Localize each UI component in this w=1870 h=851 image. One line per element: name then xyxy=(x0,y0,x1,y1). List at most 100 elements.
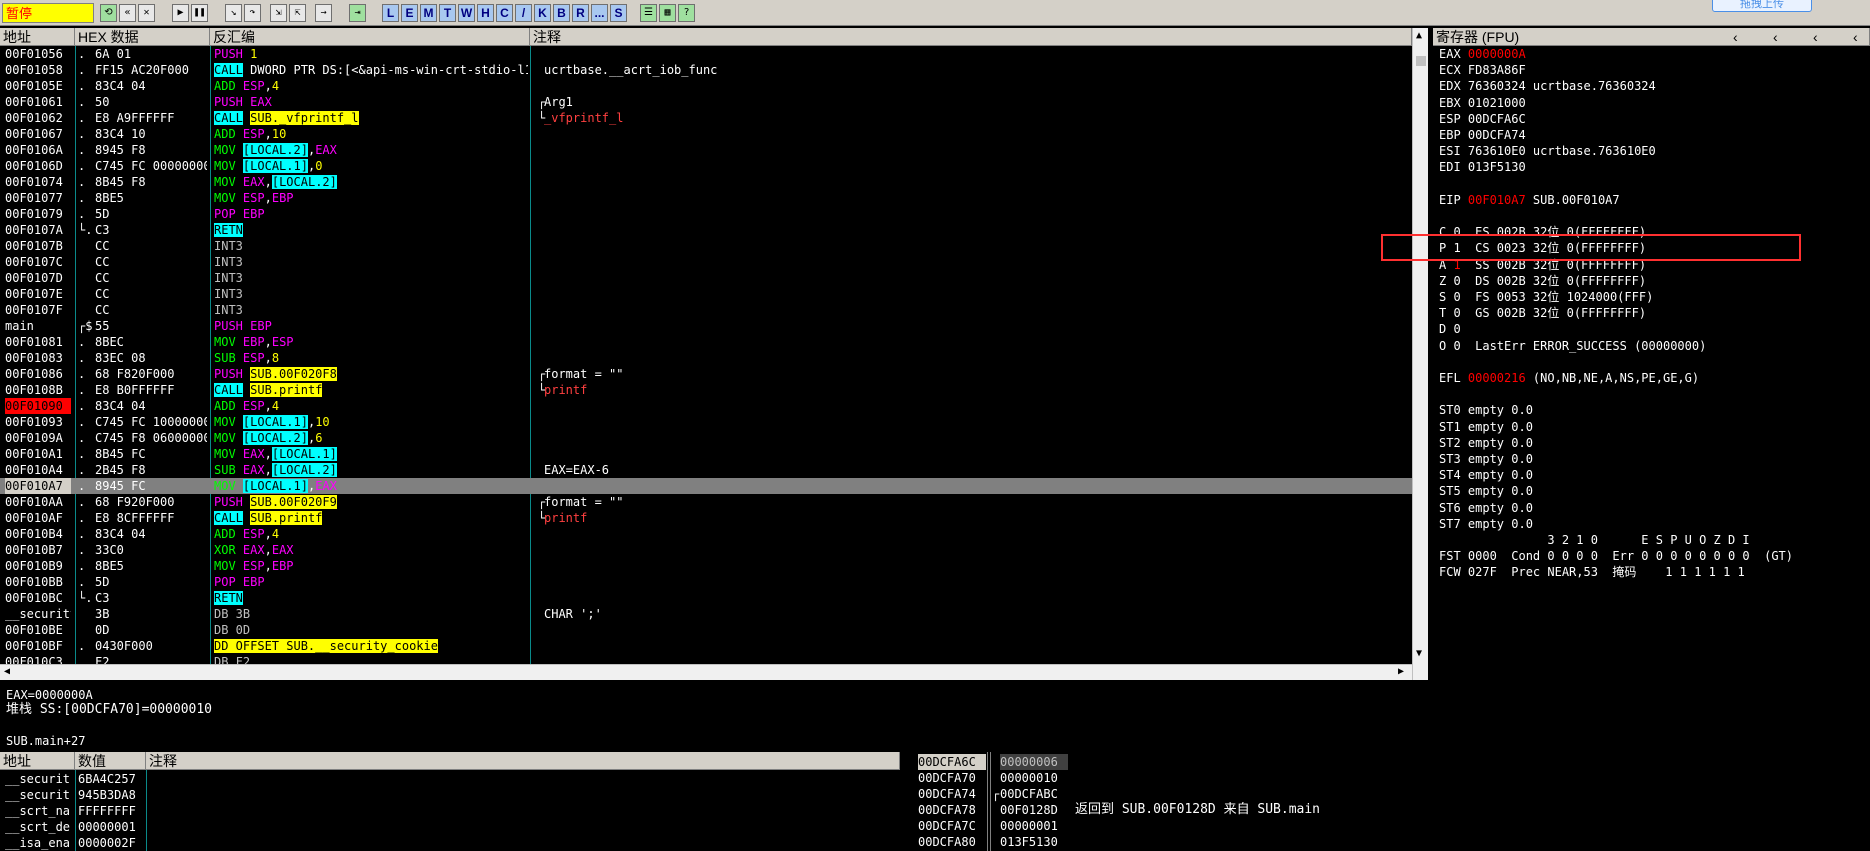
register-line[interactable]: ST0 empty 0.0 xyxy=(1439,402,1533,418)
disasm-row[interactable]: 00F010A1. 8B45 FC MOV EAX,[LOCAL.1] xyxy=(0,446,1412,462)
registers-pane[interactable]: 寄存器 (FPU) ‹ ‹ ‹ ‹ EAX 0000000A ECX FD83A8… xyxy=(1433,28,1870,748)
disasm-row[interactable]: 00F0107B CC INT3 xyxy=(0,238,1412,254)
register-line[interactable]: ECX FD83A86F xyxy=(1439,62,1526,78)
register-line[interactable]: ST6 empty 0.0 xyxy=(1439,500,1533,516)
column-header-address[interactable]: 地址 xyxy=(0,28,75,46)
toolbar-button-10[interactable]: R xyxy=(572,4,589,22)
disasm-row[interactable]: __security 3B DB 3B CHAR ';' xyxy=(0,606,1412,622)
disassembly-horizontal-scrollbar[interactable]: ◀ ▶ xyxy=(0,664,1412,680)
dump-header-comment[interactable]: 注释 xyxy=(146,752,900,770)
register-line[interactable]: ST3 empty 0.0 xyxy=(1439,451,1533,467)
scroll-down-icon[interactable]: ▼ xyxy=(1416,648,1422,659)
disasm-row[interactable]: 00F010B4. 83C4 04 ADD ESP,4 xyxy=(0,526,1412,542)
register-line[interactable]: EBP 00DCFA74 xyxy=(1439,127,1526,143)
dump-header-value[interactable]: 数值 xyxy=(75,752,146,770)
register-line[interactable]: S 0 FS 0053 32位 1024000(FFF) xyxy=(1439,289,1653,305)
trace-into-icon[interactable]: ⇲ xyxy=(270,4,287,22)
disasm-row[interactable]: 00F010A7. 8945 FC MOV [LOCAL.1],EAX xyxy=(0,478,1412,494)
upload-button[interactable]: 拖拽上传 xyxy=(1712,0,1812,12)
disasm-row[interactable]: 00F0106A. 8945 F8 MOV [LOCAL.2],EAX xyxy=(0,142,1412,158)
register-line[interactable]: EDI 013F5130 xyxy=(1439,159,1526,175)
register-line[interactable]: ST4 empty 0.0 xyxy=(1439,467,1533,483)
disassembly-vertical-scrollbar[interactable]: ▲ ▼ xyxy=(1412,28,1428,680)
disasm-row[interactable]: 00F0107A └. C3 RETN xyxy=(0,222,1412,238)
disasm-row[interactable]: 00F01077. 8BE5 MOV ESP,EBP xyxy=(0,190,1412,206)
register-line[interactable]: FST 0000 Cond 0 0 0 0 Err 0 0 0 0 0 0 0 … xyxy=(1439,548,1793,564)
toolbar-button-4[interactable]: W xyxy=(458,4,475,22)
disasm-row[interactable]: 00F010BE 0D DB 0D xyxy=(0,622,1412,638)
prev-view-icon-4[interactable]: ‹ xyxy=(1853,28,1858,45)
toolbar-button-0[interactable]: L xyxy=(382,4,399,22)
dump-row[interactable]: __securit 6BA4C257 xyxy=(0,771,900,787)
restart-icon[interactable]: « xyxy=(119,4,136,22)
step-over-icon[interactable]: ↷ xyxy=(244,4,261,22)
disasm-row[interactable]: 00F010B7. 33C0 XOR EAX,EAX xyxy=(0,542,1412,558)
execute-till-return-icon[interactable]: → xyxy=(315,4,332,22)
register-line[interactable]: EIP 00F010A7 SUB.00F010A7 xyxy=(1439,192,1620,208)
disasm-row[interactable]: 00F01061. 50 PUSH EAX ┌ Arg1 xyxy=(0,94,1412,110)
scroll-right-icon[interactable]: ▶ xyxy=(1398,666,1404,677)
close-icon[interactable]: ✕ xyxy=(138,4,155,22)
disasm-row[interactable]: 00F01090. 83C4 04 ADD ESP,4 xyxy=(0,398,1412,414)
stack-row[interactable]: 00DCFA70 00000010 xyxy=(915,770,1870,786)
disasm-row[interactable]: 00F0109A. C745 F8 06000000 MOV [LOCAL.2],6 xyxy=(0,430,1412,446)
disasm-row[interactable]: 00F010BB. 5D POP EBP xyxy=(0,574,1412,590)
disasm-row[interactable]: 00F01058. FF15 AC20F000 CALL DWORD PTR DS:… xyxy=(0,62,1412,78)
register-line[interactable]: EAX 0000000A xyxy=(1439,46,1526,62)
disasm-row[interactable]: 00F01079. 5D POP EBP xyxy=(0,206,1412,222)
disasm-row[interactable]: 00F010AA. 68 F920F000 PUSH SUB.00F020F9 ┌ fo… xyxy=(0,494,1412,510)
disasm-row[interactable]: main ┌$ 55 PUSH EBP xyxy=(0,318,1412,334)
column-header-comment[interactable]: 注释 xyxy=(530,28,1412,46)
dump-row[interactable]: __isa_ena 0000002F xyxy=(0,835,900,851)
disasm-row[interactable]: 00F01081. 8BEC MOV EBP,ESP xyxy=(0,334,1412,350)
toolbar-button-3[interactable]: T xyxy=(439,4,456,22)
toolbar-button-7[interactable]: / xyxy=(515,4,532,22)
register-line[interactable]: EBX 01021000 xyxy=(1439,95,1526,111)
toolbar-button-8[interactable]: K xyxy=(534,4,551,22)
dump-row[interactable]: __scrt_de 00000001 xyxy=(0,819,900,835)
disasm-row[interactable]: 00F01083. 83EC 08 SUB ESP,8 xyxy=(0,350,1412,366)
pause-icon[interactable]: ❚❚ xyxy=(191,4,208,22)
register-line[interactable]: ST1 empty 0.0 xyxy=(1439,419,1533,435)
scroll-up-icon[interactable]: ▲ xyxy=(1416,30,1422,41)
toolbar-button-2[interactable]: M xyxy=(420,4,437,22)
prev-view-icon-2[interactable]: ‹ xyxy=(1773,28,1778,45)
grid-icon[interactable]: ▦ xyxy=(659,4,676,22)
stack-row[interactable]: 00DCFA6C 00000006 xyxy=(915,754,1870,770)
disasm-row[interactable]: 00F01067. 83C4 10 ADD ESP,10 xyxy=(0,126,1412,142)
disasm-row[interactable]: 00F010AF. E8 8CFFFFFF CALL SUB.printf └ prin… xyxy=(0,510,1412,526)
register-line[interactable]: ST7 empty 0.0 xyxy=(1439,516,1533,532)
register-line[interactable]: ST5 empty 0.0 xyxy=(1439,483,1533,499)
go-to-icon[interactable]: ⇥ xyxy=(349,4,366,22)
disasm-row[interactable]: 00F010BF. 0430F000 DD OFFSET SUB.__securit… xyxy=(0,638,1412,654)
disasm-row[interactable]: 00F0107E CC INT3 xyxy=(0,286,1412,302)
disasm-row[interactable]: 00F01086. 68 F820F000 PUSH SUB.00F020F8 ┌ fo… xyxy=(0,366,1412,382)
prev-view-icon-3[interactable]: ‹ xyxy=(1813,28,1818,45)
run-icon[interactable]: ▶ xyxy=(172,4,189,22)
trace-over-icon[interactable]: ⇱ xyxy=(289,4,306,22)
stack-row[interactable]: 00DCFA80 013F5130 xyxy=(915,834,1870,850)
disasm-row[interactable]: 00F0107C CC INT3 xyxy=(0,254,1412,270)
stack-row[interactable]: 00DCFA78 00F0128D 返回到 SUB.00F0128D 来自 SUB.… xyxy=(915,802,1870,818)
register-line[interactable]: 3 2 1 0 E S P U O Z D I xyxy=(1439,532,1749,548)
toolbar-button-9[interactable]: B xyxy=(553,4,570,22)
toolbar-button-6[interactable]: C xyxy=(496,4,513,22)
column-header-hex[interactable]: HEX 数据 xyxy=(75,28,210,46)
disasm-row[interactable]: 00F0108B. E8 B0FFFFFF CALL SUB.printf └ prin… xyxy=(0,382,1412,398)
register-line[interactable]: Z 0 DS 002B 32位 0(FFFFFFFF) xyxy=(1439,273,1646,289)
stack-row[interactable]: 00DCFA74 ┌ 00DCFABC xyxy=(915,786,1870,802)
disasm-row[interactable]: 00F0105E. 83C4 04 ADD ESP,4 xyxy=(0,78,1412,94)
disasm-row[interactable]: 00F0107F CC INT3 xyxy=(0,302,1412,318)
register-line[interactable]: ESI 763610E0 ucrtbase.763610E0 xyxy=(1439,143,1656,159)
step-into-icon[interactable]: ↘ xyxy=(225,4,242,22)
disasm-row[interactable]: 00F010A4. 2B45 F8 SUB EAX,[LOCAL.2] EAX=EAX… xyxy=(0,462,1412,478)
scroll-left-icon[interactable]: ◀ xyxy=(4,666,10,677)
disasm-row[interactable]: 00F0106D. C745 FC 00000000 MOV [LOCAL.1],0 xyxy=(0,158,1412,174)
disasm-row[interactable]: 00F010B9. 8BE5 MOV ESP,EBP xyxy=(0,558,1412,574)
prev-view-icon[interactable]: ‹ xyxy=(1733,28,1738,45)
disasm-row[interactable]: 00F01093. C745 FC 10000000 MOV [LOCAL.1],1… xyxy=(0,414,1412,430)
disasm-row[interactable]: 00F01056. 6A 01 PUSH 1 xyxy=(0,46,1412,62)
disassembly-pane[interactable]: 地址 HEX 数据 反汇编 注释 00F01056. 6A 01 PUSH 1 00F… xyxy=(0,28,1428,680)
register-line[interactable]: D 0 xyxy=(1439,321,1461,337)
disasm-row[interactable]: 00F01074. 8B45 F8 MOV EAX,[LOCAL.2] xyxy=(0,174,1412,190)
